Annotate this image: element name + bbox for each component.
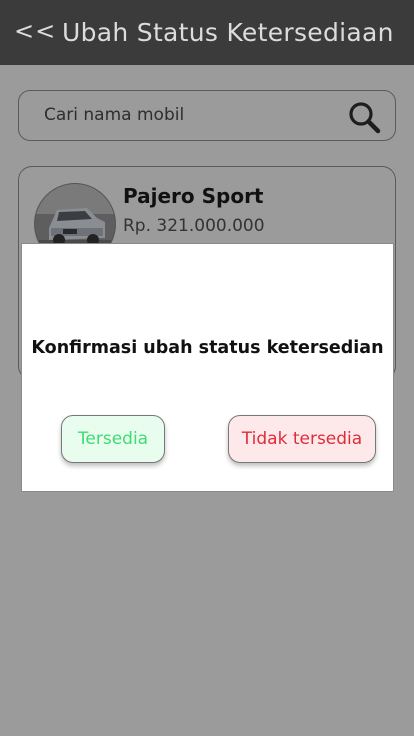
dialog-message: Konfirmasi ubah status ketersedian	[31, 338, 384, 358]
search-input[interactable]	[44, 91, 344, 139]
app-bar: << Ubah Status Ketersediaan	[0, 0, 414, 65]
search-bar	[18, 90, 396, 141]
search-icon[interactable]	[347, 100, 383, 136]
confirm-dialog: Konfirmasi ubah status ketersedian Terse…	[21, 243, 394, 492]
available-button[interactable]: Tersedia	[61, 415, 165, 463]
car-name: Pajero Sport	[123, 184, 264, 208]
unavailable-button[interactable]: Tidak tersedia	[228, 415, 376, 463]
car-price: Rp. 321.000.000	[123, 216, 265, 236]
page-title: Ubah Status Ketersediaan	[62, 18, 394, 47]
back-button[interactable]: <<	[14, 17, 56, 45]
